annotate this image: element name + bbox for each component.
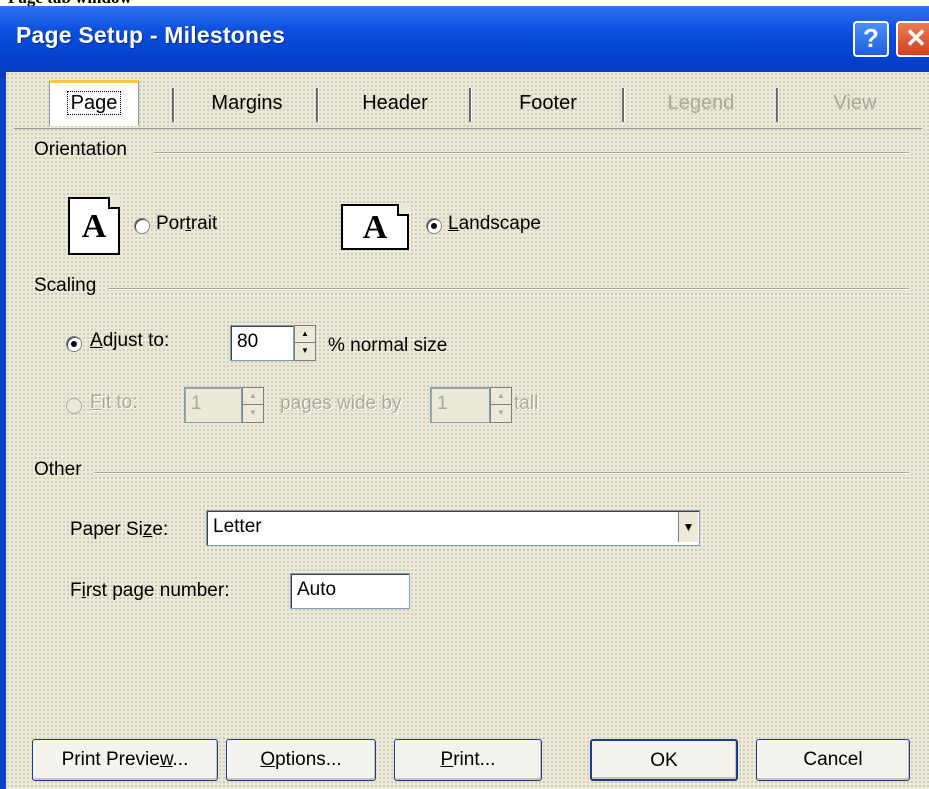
tab-view: View — [780, 80, 929, 126]
adjust-to-input[interactable]: 80 — [230, 325, 294, 361]
label-part: rint... — [453, 749, 496, 770]
access-key: A — [90, 330, 103, 351]
fit-tall-input: 1 — [430, 387, 490, 423]
spin-down-icon: ▼ — [497, 408, 505, 417]
tab-label: Header — [362, 92, 428, 114]
group-divider — [154, 152, 909, 154]
label-part: ptions... — [275, 749, 342, 770]
chevron-down-icon[interactable]: ▼ — [678, 512, 698, 542]
tab-footer[interactable]: Footer — [473, 80, 623, 126]
adjust-to-label[interactable]: Adjust to: — [90, 330, 169, 352]
label-part: ... — [172, 749, 189, 770]
label-part: rait — [190, 213, 218, 234]
help-icon: ? — [863, 23, 879, 53]
first-page-number-input[interactable]: Auto — [290, 573, 410, 609]
tab-separator — [316, 88, 319, 122]
ok-button[interactable]: OK — [590, 739, 738, 781]
cancel-button[interactable]: Cancel — [756, 739, 910, 781]
title-bar[interactable]: Page Setup - Milestones ? ✕ — [0, 6, 929, 78]
landscape-radio[interactable] — [426, 218, 442, 234]
access-key: w — [159, 749, 173, 770]
tab-separator — [469, 88, 472, 122]
tab-separator — [776, 88, 779, 122]
scaling-group-label: Scaling — [34, 275, 97, 296]
access-key: z — [142, 519, 153, 540]
print-preview-button[interactable]: Print Preview... — [32, 739, 218, 781]
help-button[interactable]: ? — [853, 21, 889, 57]
first-page-number-label: First page number: — [70, 580, 229, 602]
group-divider — [108, 288, 909, 290]
label-part: Paper Si — [70, 519, 143, 540]
tab-page[interactable]: Page — [49, 80, 139, 126]
access-key: L — [448, 213, 459, 234]
tab-label: Footer — [519, 92, 577, 114]
tab-label: Legend — [667, 92, 735, 114]
dialog-client-area: Page Margins Header Footer Legend View O… — [6, 72, 929, 789]
close-icon: ✕ — [905, 23, 927, 53]
other-group-label: Other — [34, 459, 82, 480]
spin-down-icon[interactable]: ▼ — [295, 343, 315, 360]
tab-header[interactable]: Header — [320, 80, 470, 126]
orientation-group-label: Orientation — [34, 139, 127, 160]
tab-legend: Legend — [626, 80, 776, 126]
page-fold — [397, 204, 409, 216]
landscape-label[interactable]: Landscape — [448, 213, 541, 235]
page-fold — [108, 197, 120, 209]
access-key: P — [440, 749, 454, 770]
label-part: F — [70, 580, 82, 601]
paper-size-label: Paper Size: — [70, 519, 168, 541]
group-divider — [94, 472, 909, 474]
portrait-label[interactable]: Portrait — [156, 213, 217, 235]
label-part: djust to: — [102, 330, 170, 351]
tab-label: View — [833, 92, 877, 114]
fit-wide-input: 1 — [184, 387, 242, 423]
label-part: Por — [156, 213, 186, 234]
access-key: O — [260, 749, 276, 770]
paper-size-value: Letter — [213, 516, 262, 537]
tab-label: Page — [66, 91, 122, 115]
portrait-radio[interactable] — [134, 218, 150, 234]
paper-size-select[interactable]: Letter ▼ — [206, 510, 700, 546]
label-part: Print Previe — [61, 749, 160, 770]
fit-tall-spinner: ▲ ▼ — [490, 387, 512, 423]
spin-up-icon: ▲ — [491, 388, 511, 405]
normal-size-label: % normal size — [328, 335, 448, 356]
tab-label: Margins — [211, 92, 283, 114]
label-part: rst page number: — [85, 580, 230, 601]
tab-separator — [172, 88, 175, 122]
fit-to-label: Fit to: — [90, 392, 138, 414]
portrait-page-icon: A — [68, 197, 120, 255]
spin-up-icon: ▲ — [243, 388, 263, 405]
fit-wide-spinner: ▲ ▼ — [242, 387, 264, 423]
portrait-letter: A — [81, 208, 107, 245]
adjust-to-spinner[interactable]: ▲ ▼ — [294, 325, 316, 361]
tab-separator — [622, 88, 625, 122]
tab-margins[interactable]: Margins — [182, 80, 312, 126]
close-button[interactable]: ✕ — [896, 21, 929, 57]
page-tab-panel: Orientation A Portrait A Landscape Scali… — [14, 128, 922, 763]
spin-up-icon[interactable]: ▲ — [295, 326, 315, 343]
options-button[interactable]: Options... — [226, 739, 376, 781]
landscape-page-icon: A — [341, 204, 409, 250]
tall-label: tall — [514, 393, 539, 414]
pages-wide-label: pages wide by — [280, 393, 402, 414]
window-title: Page Setup - Milestones — [16, 22, 286, 48]
access-key: F — [90, 392, 102, 413]
label-part: it to: — [101, 392, 138, 413]
spin-down-icon: ▼ — [249, 408, 257, 417]
print-button[interactable]: Print... — [394, 739, 542, 781]
adjust-to-radio[interactable] — [66, 336, 82, 352]
label-part: andscape — [458, 213, 541, 234]
page-setup-dialog: Page Setup - Milestones ? ✕ Page Margins… — [0, 6, 929, 789]
tab-strip: Page Margins Header Footer Legend View — [14, 80, 929, 130]
fit-to-radio — [66, 398, 82, 414]
landscape-letter: A — [362, 209, 388, 246]
label-part: e: — [152, 519, 169, 540]
